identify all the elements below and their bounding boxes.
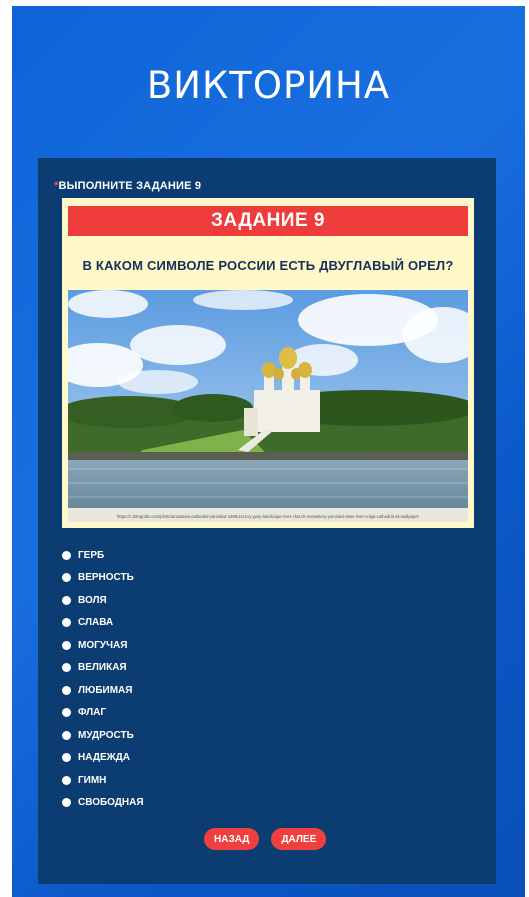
option-lyubimaya[interactable]: ЛЮБИМАЯ bbox=[62, 679, 144, 702]
task-image: ЗАДАНИЕ 9 В КАКОМ СИМВОЛЕ РОССИИ ЕСТЬ ДВ… bbox=[62, 198, 474, 528]
radio-icon[interactable] bbox=[62, 595, 71, 605]
radio-icon[interactable] bbox=[62, 573, 71, 583]
option-label: ВОЛЯ bbox=[78, 594, 107, 606]
cathedral-photo: https://c.fotografiz.com/photo/anastasia… bbox=[68, 290, 468, 522]
radio-icon[interactable] bbox=[62, 640, 71, 650]
option-label: СВОБОДНАЯ bbox=[78, 797, 144, 809]
radio-icon[interactable] bbox=[62, 775, 71, 785]
option-moguchaya[interactable]: МОГУЧАЯ bbox=[62, 634, 144, 657]
radio-icon[interactable] bbox=[62, 618, 71, 628]
option-label: СЛАВА bbox=[78, 617, 114, 629]
option-label: ГЕРБ bbox=[78, 549, 105, 561]
option-gimn[interactable]: ГИМН bbox=[62, 769, 144, 792]
radio-icon[interactable] bbox=[62, 708, 71, 718]
answer-options: ГЕРБ ВЕРНОСТЬ ВОЛЯ СЛАВА МОГУЧАЯ ВЕЛИКАЯ… bbox=[62, 544, 144, 814]
option-svobodnaya[interactable]: СВОБОДНАЯ bbox=[62, 792, 144, 815]
cathedral-photo-drawing: https://c.fotografiz.com/photo/anastasia… bbox=[68, 290, 468, 522]
option-label: ФЛАГ bbox=[78, 707, 107, 719]
radio-icon[interactable] bbox=[62, 685, 71, 695]
option-flag[interactable]: ФЛАГ bbox=[62, 702, 144, 725]
back-button[interactable]: НАЗАД bbox=[204, 828, 260, 850]
option-label: МОГУЧАЯ bbox=[78, 639, 128, 651]
next-button[interactable]: ДАЛЕЕ bbox=[271, 828, 327, 850]
task-header: ЗАДАНИЕ 9 bbox=[68, 206, 468, 236]
option-label: НАДЕЖДА bbox=[78, 752, 130, 764]
option-mudrost[interactable]: МУДРОСТЬ bbox=[62, 724, 144, 747]
quiz-page: ВИКТОРИНА *ВЫПОЛНИТЕ ЗАДАНИЕ 9 ЗАДАНИЕ 9… bbox=[12, 6, 525, 897]
navigation-buttons: НАЗАД ДАЛЕЕ bbox=[204, 828, 327, 850]
radio-icon[interactable] bbox=[62, 663, 71, 673]
option-label: ВЕРНОСТЬ bbox=[78, 572, 134, 584]
radio-icon[interactable] bbox=[62, 753, 71, 763]
option-label: МУДРОСТЬ bbox=[78, 729, 134, 741]
option-vernost[interactable]: ВЕРНОСТЬ bbox=[62, 567, 144, 590]
page-title: ВИКТОРИНА bbox=[146, 64, 391, 107]
task-question: В КАКОМ СИМВОЛЕ РОССИИ ЕСТЬ ДВУГЛАВЫЙ ОР… bbox=[82, 258, 454, 273]
option-velikaya[interactable]: ВЕЛИКАЯ bbox=[62, 657, 144, 680]
question-prompt: *ВЫПОЛНИТЕ ЗАДАНИЕ 9 bbox=[54, 180, 201, 192]
option-slava[interactable]: СЛАВА bbox=[62, 612, 144, 635]
option-gerb[interactable]: ГЕРБ bbox=[62, 544, 144, 567]
radio-icon[interactable] bbox=[62, 730, 71, 740]
image-source-caption: https://c.fotografiz.com/photo/anastasia… bbox=[117, 514, 420, 519]
option-label: ГИМН bbox=[78, 774, 107, 786]
question-prompt-text: ВЫПОЛНИТЕ ЗАДАНИЕ 9 bbox=[58, 180, 202, 192]
question-card: *ВЫПОЛНИТЕ ЗАДАНИЕ 9 ЗАДАНИЕ 9 В КАКОМ С… bbox=[38, 158, 496, 884]
radio-icon[interactable] bbox=[62, 550, 71, 560]
option-label: ЛЮБИМАЯ bbox=[78, 684, 133, 696]
option-nadezhda[interactable]: НАДЕЖДА bbox=[62, 747, 144, 770]
option-label: ВЕЛИКАЯ bbox=[78, 662, 127, 674]
radio-icon[interactable] bbox=[62, 798, 71, 808]
option-volya[interactable]: ВОЛЯ bbox=[62, 589, 144, 612]
